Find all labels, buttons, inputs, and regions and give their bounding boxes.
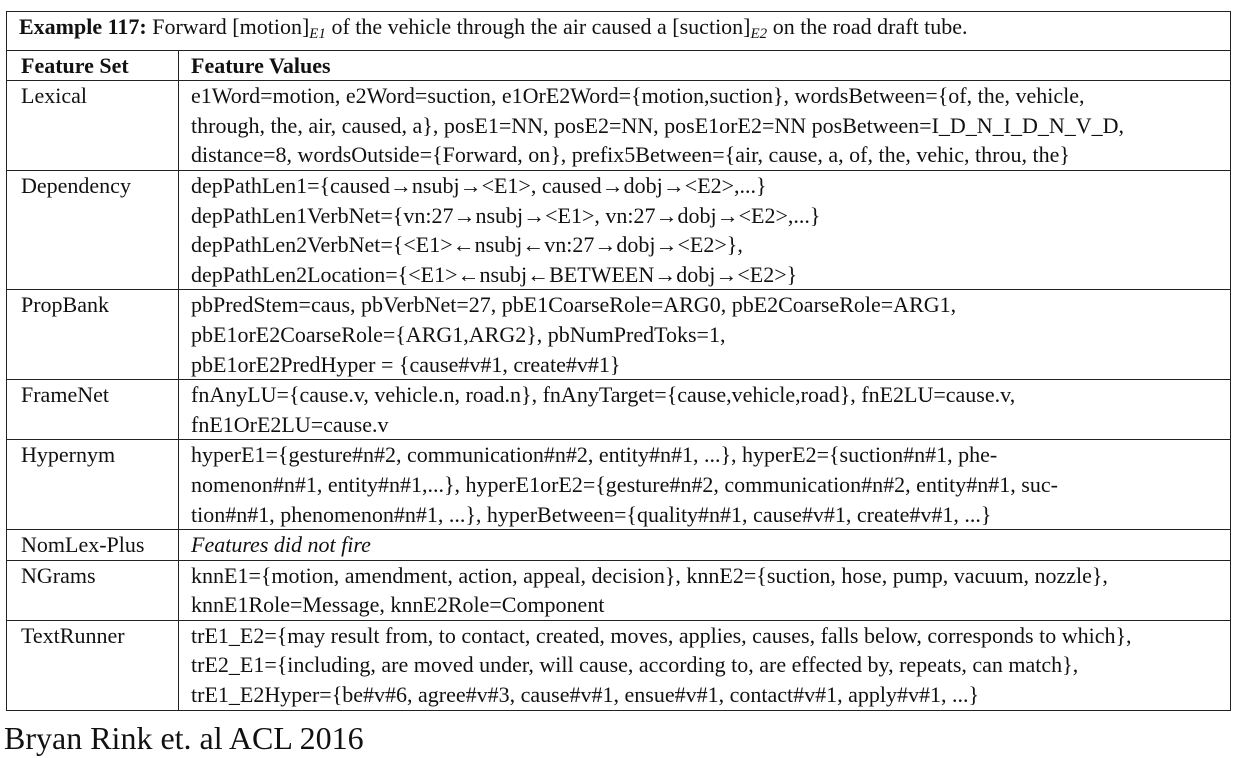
feature-set-cell: Hypernym <box>6 439 179 531</box>
caption-text-1: Forward [motion] <box>146 14 310 39</box>
feature-value-line: depPathLen2Location={<E1>←nsubj←BETWEEN→… <box>191 261 798 287</box>
feature-value-line: trE1_E2Hyper={be#v#6, agree#v#3, cause#v… <box>191 682 980 708</box>
caption-sub-e1: E1 <box>309 26 326 42</box>
feature-values-cell: fnAnyLU={cause.v, vehicle.n, road.n}, fn… <box>178 379 1231 441</box>
feature-value-line: hyperE1={gesture#n#2, communication#n#2,… <box>191 442 998 468</box>
citation-footer: Bryan Rink et. al ACL 2016 <box>4 720 364 756</box>
feature-values-cell: e1Word=motion, e2Word=suction, e1OrE2Wor… <box>178 80 1231 171</box>
feature-value-line: fnE1OrE2LU=cause.v <box>191 411 389 437</box>
caption-text-2: of the vehicle through the air caused a … <box>325 14 751 39</box>
feature-value-line: pbPredStem=caus, pbVerbNet=27, pbE1Coars… <box>191 292 957 318</box>
table-header-row: Feature Set Feature Values <box>6 49 1231 82</box>
table-caption: Example 117: Forward [motion]E1 of the v… <box>6 11 1231 51</box>
feature-value-line: knnE1={motion, amendment, action, appeal… <box>191 562 1108 588</box>
feature-values-cell: Features did not fire <box>178 529 1231 561</box>
caption-sub-e2: E2 <box>750 26 768 42</box>
feature-values-cell: knnE1={motion, amendment, action, appeal… <box>178 559 1231 621</box>
feature-value-line: trE1_E2={may result from, to contact, cr… <box>191 622 1132 648</box>
table-row: TextRunner trE1_E2={may result from, to c… <box>6 619 1231 711</box>
feature-value-line: trE2_E1={including, are moved under, wil… <box>191 652 1079 678</box>
table-row: FrameNet fnAnyLU={cause.v, vehicle.n, roa… <box>6 379 1231 441</box>
feature-value-line: nomenon#n#1, entity#n#1,...}, hyperE1orE… <box>191 471 1058 497</box>
feature-set-cell: Dependency <box>6 169 179 291</box>
caption-text-3: on the road draft tube. <box>767 14 968 39</box>
feature-value-line: tion#n#1, phenomenon#n#1, ...}, hyperBet… <box>191 501 992 527</box>
feature-value-line: depPathLen1={caused→nsubj→<E1>, caused→d… <box>191 172 767 198</box>
feature-set-cell: TextRunner <box>6 619 179 711</box>
feature-values-cell: trE1_E2={may result from, to contact, cr… <box>178 619 1231 711</box>
table-row: Hypernym hyperE1={gesture#n#2, communicat… <box>6 439 1231 531</box>
feature-set-cell: Lexical <box>6 80 179 171</box>
feature-set-cell: FrameNet <box>6 379 179 441</box>
table-caption-row: Example 117: Forward [motion]E1 of the v… <box>6 11 1231 51</box>
feature-table: Example 117: Forward [motion]E1 of the v… <box>6 11 1231 711</box>
feature-values-cell: pbPredStem=caus, pbVerbNet=27, pbE1Coars… <box>178 289 1231 381</box>
table-row: Lexical e1Word=motion, e2Word=suction, e1… <box>6 80 1231 171</box>
feature-values-cell: depPathLen1={caused→nsubj→<E1>, caused→d… <box>178 169 1231 291</box>
table-row: NGrams knnE1={motion, amendment, action, … <box>6 559 1231 621</box>
feature-value-line: Features did not fire <box>191 532 371 558</box>
table-row: PropBank pbPredStem=caus, pbVerbNet=27, p… <box>6 289 1231 381</box>
table-row: NomLex-Plus Features did not fire <box>6 529 1231 561</box>
feature-value-line: through, the, air, caused, a}, posE1=NN,… <box>191 112 1125 138</box>
feature-value-line: depPathLen1VerbNet={vn:27→nsubj→<E1>, vn… <box>191 202 821 228</box>
table-row: Dependency depPathLen1={caused→nsubj→<E1>… <box>6 169 1231 291</box>
feature-value-line: pbE1orE2CoarseRole={ARG1,ARG2}, pbNumPre… <box>191 321 726 347</box>
feature-set-cell: NomLex-Plus <box>6 529 179 561</box>
feature-values-cell: hyperE1={gesture#n#2, communication#n#2,… <box>178 439 1231 531</box>
feature-value-line: knnE1Role=Message, knnE2Role=Component <box>191 592 605 618</box>
feature-value-line: depPathLen2VerbNet={<E1>←nsubj←vn:27→dob… <box>191 232 743 258</box>
feature-value-line: distance=8, wordsOutside={Forward, on}, … <box>191 142 1070 168</box>
feature-value-line: e1Word=motion, e2Word=suction, e1OrE2Wor… <box>191 83 1085 109</box>
feature-value-line: fnAnyLU={cause.v, vehicle.n, road.n}, fn… <box>191 382 1016 408</box>
header-feature-values: Feature Values <box>178 49 1231 82</box>
feature-set-cell: PropBank <box>6 289 179 381</box>
header-feature-set: Feature Set <box>6 49 179 82</box>
feature-value-line: pbE1orE2PredHyper = {cause#v#1, create#v… <box>191 351 621 377</box>
caption-label: Example 117: <box>19 14 147 39</box>
feature-set-cell: NGrams <box>6 559 179 621</box>
